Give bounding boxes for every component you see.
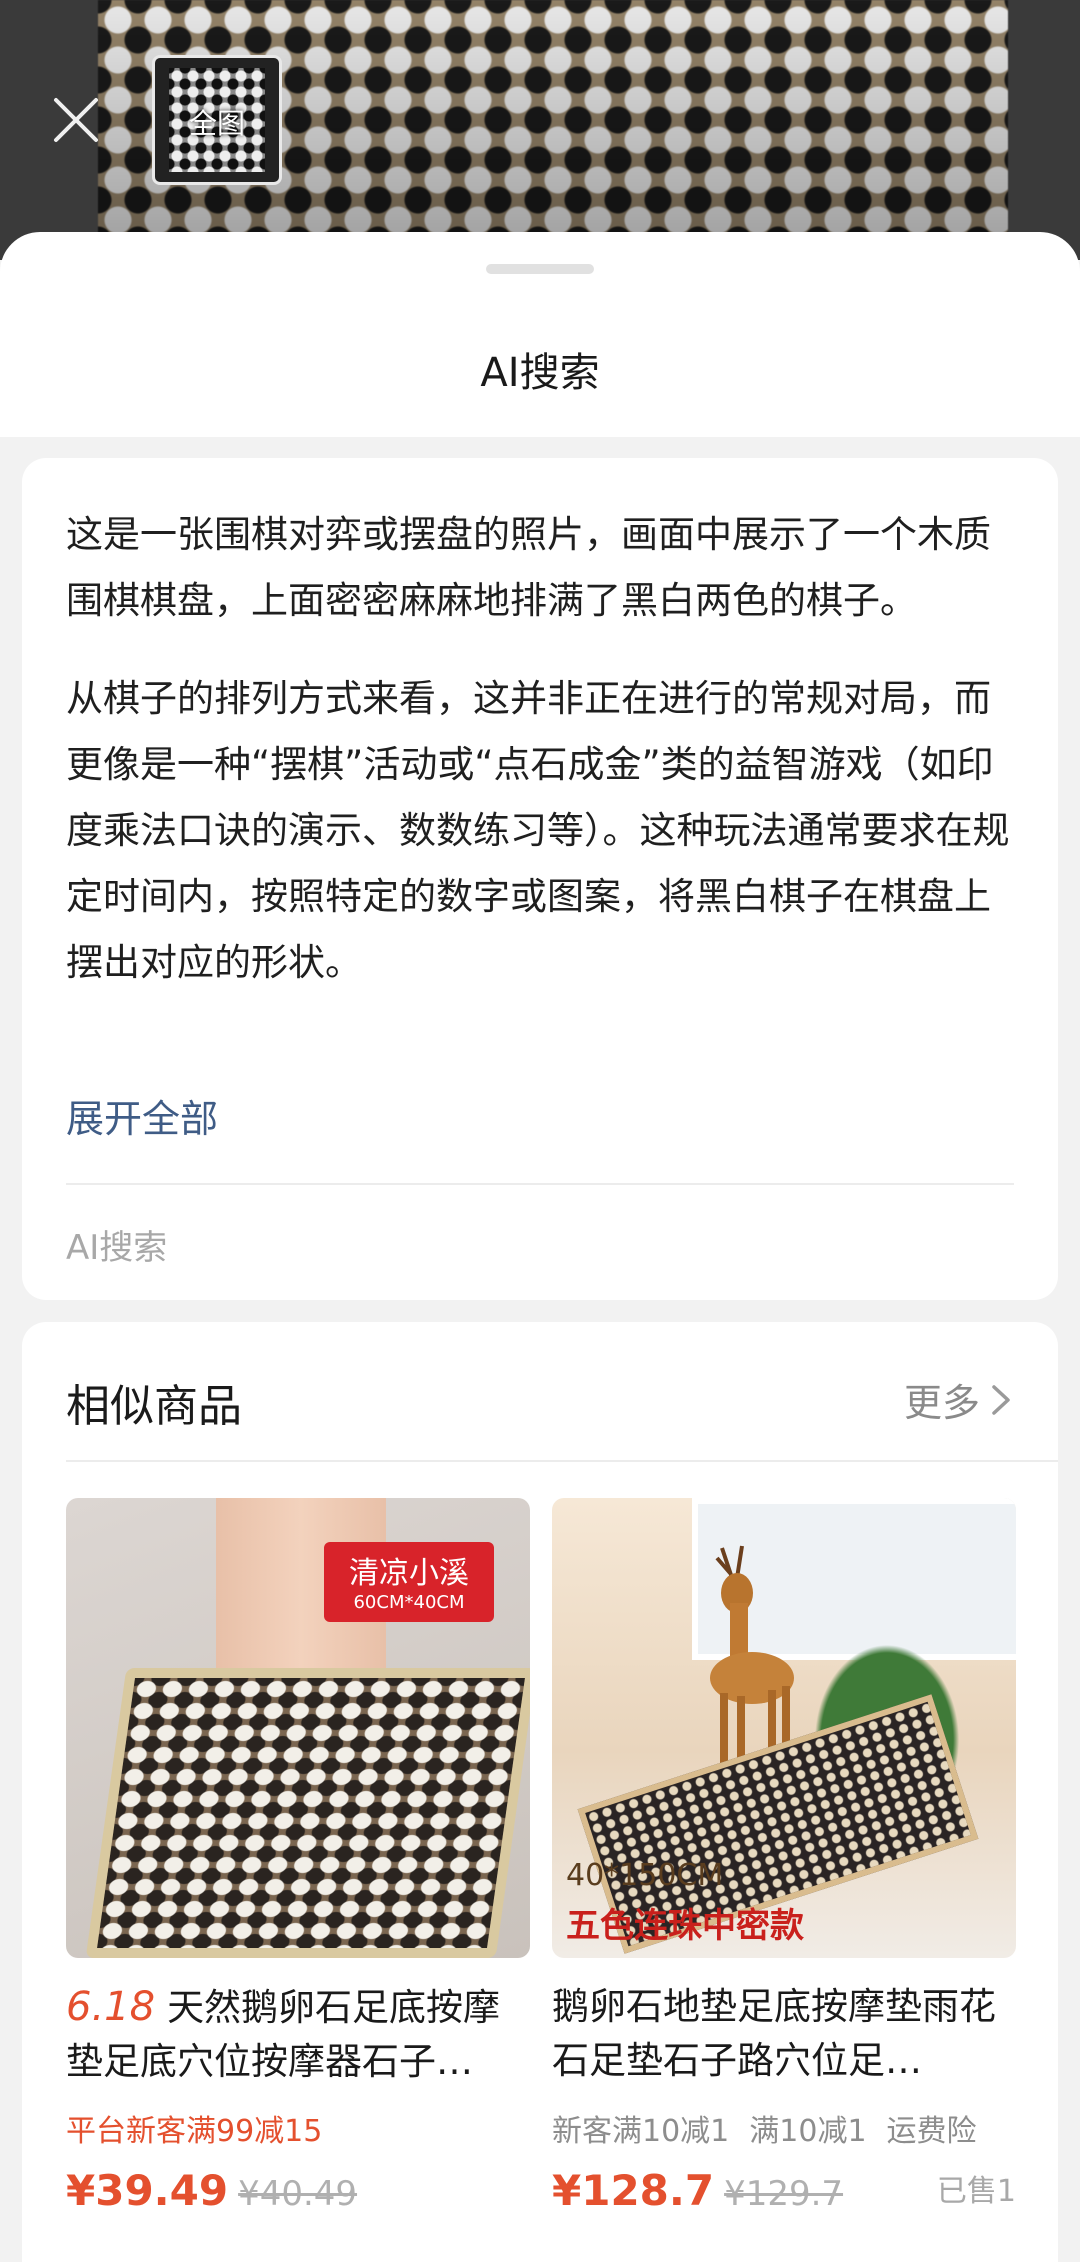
product-image[interactable]: 清凉小溪 60CM*40CM [66, 1498, 530, 1958]
ai-source-label[interactable]: AI搜索 [66, 1220, 167, 1269]
promo-badge: 6.18 [66, 1984, 156, 2030]
divider [66, 1183, 1014, 1185]
current-price: ¥128.7 [552, 2166, 715, 2215]
product-card[interactable]: 清凉小溪 60CM*40CM 6.18 天然鹅卵石足底按摩垫足底穴位按摩器石子… … [66, 1498, 530, 2215]
chevron-right-icon [992, 1384, 1010, 1415]
image-tag: 清凉小溪 60CM*40CM [324, 1542, 494, 1622]
close-icon[interactable] [48, 92, 104, 148]
offer-tag: 运费险 [886, 2114, 977, 2149]
product-card[interactable]: 40*150CM 五色连珠中密款 鹅卵石地垫足底按摩垫雨花石足垫石子路穴位足… … [552, 1498, 1016, 2215]
product-title[interactable]: 鹅卵石地垫足底按摩垫雨花石足垫石子路穴位足… [552, 1980, 1016, 2088]
image-label-text: 五色连珠中密款 [566, 1906, 804, 1946]
similar-products-card: 相似商品 更多 清凉小溪 60CM*40CM 6.18 天然鹅卵石足底按摩垫足底穴… [22, 1322, 1058, 2262]
divider [66, 1460, 1058, 1462]
product-offer: 平台新客满99减15 [66, 2114, 323, 2149]
current-price: ¥39.49 [66, 2166, 229, 2215]
more-label: 更多 [903, 1381, 980, 1425]
price-row: ¥39.49 ¥40.49 [66, 2166, 530, 2215]
sold-count: 已售1 [936, 2174, 1016, 2209]
product-image[interactable]: 40*150CM 五色连珠中密款 [552, 1498, 1016, 1958]
ai-answer-text: 这是一张围棋对弈或摆盘的照片，画面中展示了一个木质围棋棋盘，上面密密麻麻地排满了… [66, 502, 1026, 1028]
ai-paragraph: 这是一张围棋对弈或摆盘的照片，画面中展示了一个木质围棋棋盘，上面密密麻麻地排满了… [66, 513, 991, 622]
original-price: ¥129.7 [724, 2174, 844, 2214]
bottom-sheet-header: AI搜索 [0, 232, 1080, 437]
product-title[interactable]: 6.18 天然鹅卵石足底按摩垫足底穴位按摩器石子… [66, 1980, 530, 2088]
expand-all-link[interactable]: 展开全部 [66, 1088, 218, 1143]
pebble-mat [85, 1668, 530, 1958]
original-price: ¥40.49 [238, 2174, 358, 2214]
full-image-thumbnail[interactable]: 全图 [152, 55, 282, 185]
more-button[interactable]: 更多 [904, 1372, 1014, 1427]
price-row: ¥128.7 ¥129.7 已售1 [552, 2166, 1016, 2215]
sheet-title: AI搜索 [480, 350, 600, 396]
image-tag-title: 清凉小溪 [349, 1556, 469, 1591]
section-title: 相似商品 [66, 1381, 242, 1432]
offer-tag: 满10减1 [749, 2114, 867, 2149]
offer-tag: 新客满10减1 [552, 2114, 730, 2149]
product-offers: 新客满10减1 满10减1 运费险 [552, 2106, 1016, 2150]
ai-answer-card: 这是一张围棋对弈或摆盘的照片，画面中展示了一个木质围棋棋盘，上面密密麻麻地排满了… [22, 458, 1058, 1300]
image-spec-text: 40*150CM [566, 1858, 724, 1893]
image-tag-size: 60CM*40CM [353, 1592, 465, 1613]
full-image-label: 全图 [188, 107, 245, 140]
drag-handle[interactable] [486, 264, 594, 274]
ai-paragraph: 从棋子的排列方式来看，这并非正在进行的常规对局，而更像是一种“摆棋”活动或“点石… [66, 677, 1010, 984]
